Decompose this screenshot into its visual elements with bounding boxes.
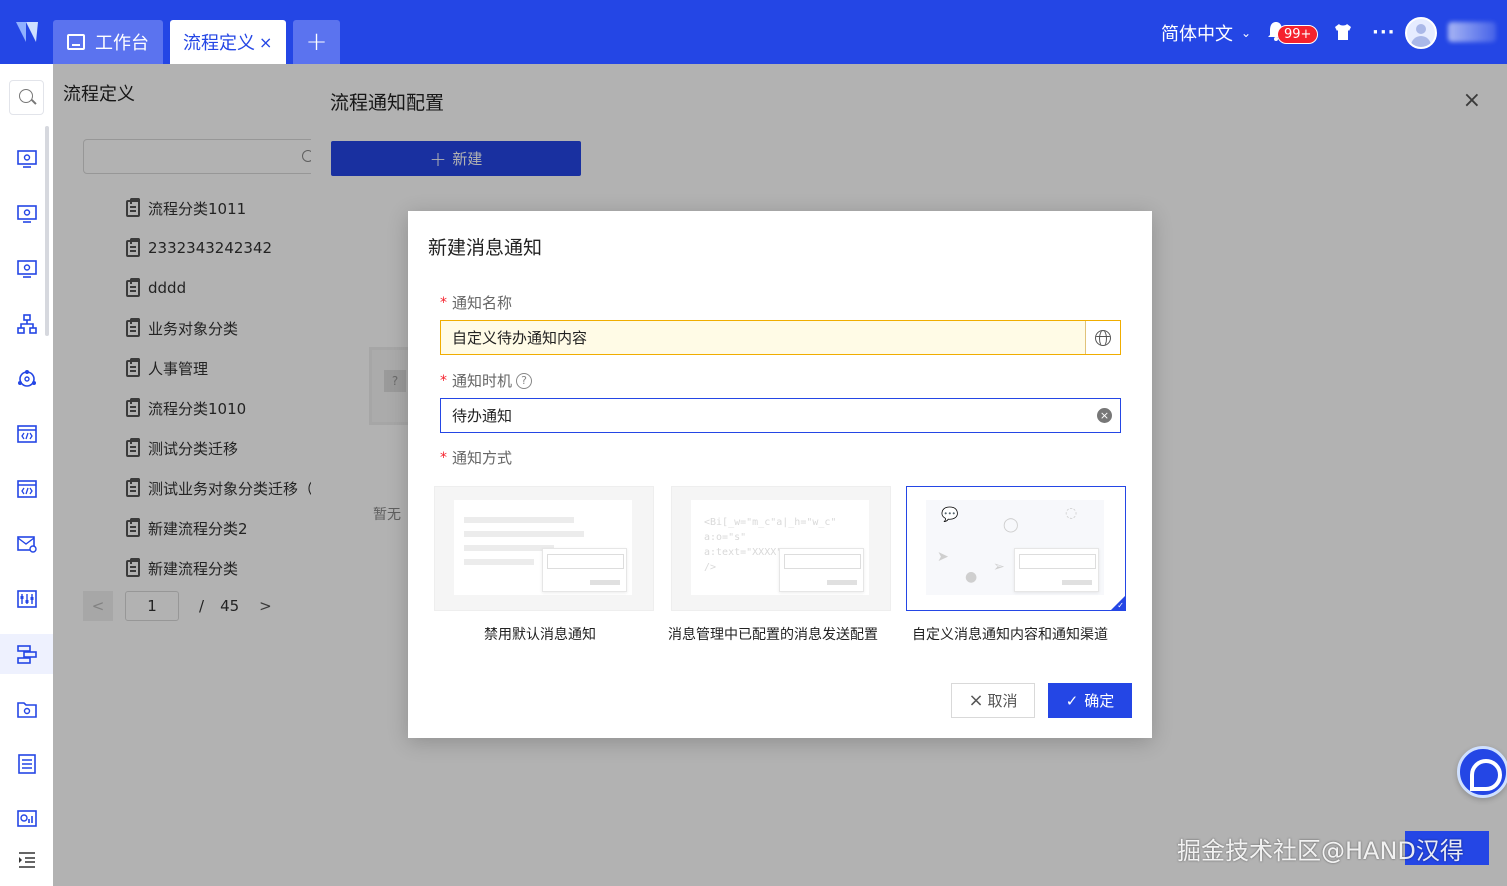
check-icon: ✓: [1117, 601, 1124, 610]
notification-name-input[interactable]: 自定义待办通知内容: [440, 320, 1121, 355]
field-time-label: * 通知时机 ?: [440, 370, 533, 391]
nav-item-network[interactable]: [0, 359, 53, 399]
folder-gear-icon: [16, 702, 37, 718]
speech-icon: ◯: [1003, 517, 1019, 533]
new-notification-modal: 新建消息通知 * 通知名称 自定义待办通知内容 * 通知时机 ? 待办通知 × …: [408, 211, 1152, 738]
required-mark: *: [440, 294, 447, 311]
nav-item-monitor-3[interactable]: [0, 249, 53, 289]
notification-name-value: 自定义待办通知内容: [452, 329, 588, 347]
nav-item-monitor-2[interactable]: [0, 194, 53, 234]
code-window-icon: [16, 425, 37, 443]
nav-item-sliders[interactable]: [0, 579, 53, 619]
required-mark: *: [440, 449, 447, 466]
watermark: 掘金技术社区@HAND汉得: [1177, 837, 1464, 865]
notification-timing-select[interactable]: 待办通知 ×: [440, 398, 1121, 433]
option-disable-default[interactable]: [434, 486, 654, 611]
org-tree-icon: [16, 314, 37, 334]
tab-close-icon[interactable]: ×: [259, 33, 272, 52]
globe-icon: [1095, 329, 1111, 346]
nav-item-monitor-1[interactable]: [0, 139, 53, 179]
notification-badge: 99+: [1277, 25, 1319, 44]
nav-item-code-1[interactable]: [0, 414, 53, 454]
report-chart-icon: [16, 810, 37, 827]
card-dialog-preview: [542, 548, 627, 592]
option-custom-content[interactable]: 💬 ◯ ◌ ➤ ● ➢ ✓: [906, 486, 1126, 611]
tab-workbench-label: 工作台: [95, 33, 149, 54]
nav-item-folder[interactable]: [0, 689, 53, 729]
tab-workbench[interactable]: 工作台: [53, 20, 163, 64]
more-icon[interactable]: ···: [1372, 22, 1396, 43]
send-icon: ➢: [993, 559, 1005, 575]
workflow-icon: [16, 645, 37, 664]
theme-shirt-icon[interactable]: [1333, 22, 1353, 42]
assistant-chat-icon[interactable]: [1457, 746, 1507, 798]
mail-settings-icon: [16, 536, 37, 553]
nav-collapse-toggle[interactable]: [0, 840, 53, 880]
cursor-icon: ➤: [937, 549, 949, 565]
network-icon: [17, 370, 36, 387]
top-bar: 工作台 流程定义 × + 简体中文 ⌄ 99+ ···: [0, 0, 1507, 64]
option-label: 自定义消息通知内容和通知渠道: [912, 627, 1108, 643]
modal-title: 新建消息通知: [428, 237, 543, 259]
monitor-gear-icon: [16, 260, 37, 278]
menu-search-icon[interactable]: [9, 80, 44, 115]
monitor-gear-icon: [16, 150, 37, 168]
monitor-icon: [67, 34, 85, 50]
confirm-button[interactable]: ✓ 确定: [1048, 683, 1132, 718]
avatar[interactable]: [1405, 17, 1437, 49]
nav-item-mail[interactable]: [0, 524, 53, 564]
nav-item-report[interactable]: [0, 799, 53, 839]
nav-item-org[interactable]: [0, 304, 53, 344]
username-blurred: [1448, 22, 1496, 42]
list-doc-icon: [17, 754, 36, 774]
field-name-label: * 通知名称: [440, 294, 513, 312]
required-mark: *: [440, 372, 447, 389]
i18n-button[interactable]: [1085, 321, 1120, 354]
code-window-icon: [16, 480, 37, 498]
check-icon: ✓: [1065, 691, 1079, 710]
bubble-icon: ◌: [1065, 505, 1078, 521]
cancel-button[interactable]: × 取消: [951, 683, 1035, 718]
tab-flow-definition-label: 流程定义: [183, 33, 255, 54]
nav-item-list[interactable]: [0, 744, 53, 784]
option-label: 禁用默认消息通知: [484, 627, 596, 643]
notification-timing-value: 待办通知: [452, 407, 513, 425]
nav-item-code-2[interactable]: [0, 469, 53, 509]
card-dialog-preview: [1014, 548, 1099, 592]
monitor-gear-icon: [16, 205, 37, 223]
tab-flow-definition[interactable]: 流程定义 ×: [170, 20, 286, 64]
clear-icon[interactable]: ×: [1097, 408, 1112, 423]
language-label: 简体中文: [1161, 24, 1233, 45]
add-tab-button[interactable]: +: [293, 20, 340, 64]
sliders-icon: [16, 590, 37, 608]
option-message-config[interactable]: <Bi[_w="m_c"a|_h="w_c" a:o="s" a:text="X…: [671, 486, 891, 611]
menu-collapse-icon: [18, 852, 35, 868]
chevron-down-icon: ⌄: [1241, 26, 1252, 40]
nav-item-workflow[interactable]: [0, 634, 53, 674]
field-method-label: * 通知方式: [440, 449, 513, 467]
app-logo-icon[interactable]: [12, 16, 42, 48]
close-icon: ×: [968, 690, 984, 711]
side-nav-rail: [0, 64, 53, 886]
help-icon[interactable]: ?: [516, 372, 533, 389]
mic-icon: ●: [965, 569, 978, 585]
option-label: 消息管理中已配置的消息发送配置: [668, 627, 878, 643]
chat-icon: 💬: [941, 507, 959, 523]
card-dialog-preview: [779, 548, 864, 592]
language-select[interactable]: 简体中文 ⌄: [1161, 20, 1251, 46]
cancel-label: 取消: [987, 692, 1018, 710]
confirm-label: 确定: [1084, 692, 1115, 710]
